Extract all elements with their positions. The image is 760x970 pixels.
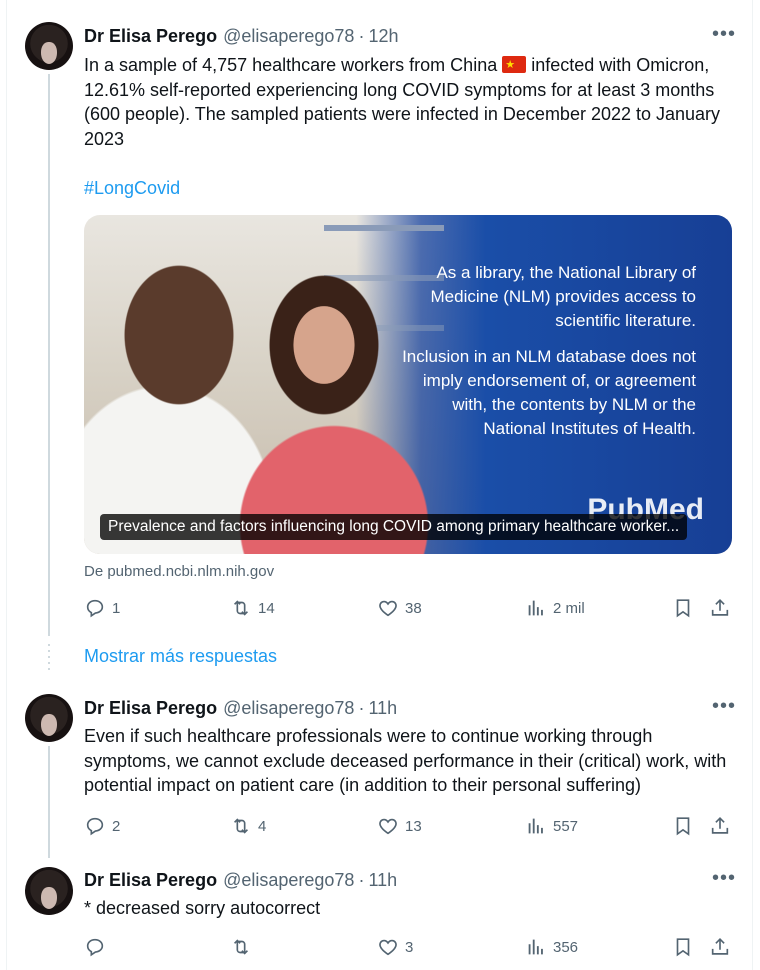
repost-icon bbox=[233, 939, 249, 955]
share-icon bbox=[711, 817, 729, 834]
like-count: 3 bbox=[405, 938, 414, 956]
like-count: 13 bbox=[405, 817, 422, 835]
overlay-paragraph: Inclusion in an NLM database does not im… bbox=[402, 347, 696, 438]
tweet-actions: 2 4 13 557 bbox=[84, 814, 740, 838]
author-name[interactable]: Dr Elisa Perego bbox=[84, 698, 217, 719]
thread-line-dotted bbox=[48, 644, 50, 670]
tweet-header: Dr Elisa Perego @elisaperego78 · 11h bbox=[84, 696, 397, 720]
reply-button[interactable]: 2 bbox=[84, 814, 120, 838]
share-button[interactable] bbox=[709, 814, 731, 838]
bookmark-button[interactable] bbox=[672, 814, 694, 838]
tweet-text: In a sample of 4,757 healthcare workers … bbox=[84, 53, 740, 151]
tweet-header: Dr Elisa Perego @elisaperego78 · 12h bbox=[84, 24, 398, 48]
avatar[interactable] bbox=[25, 867, 73, 915]
more-icon[interactable]: ••• bbox=[710, 23, 738, 45]
card-title[interactable]: Prevalence and factors influencing long … bbox=[100, 514, 688, 540]
like-button[interactable]: 13 bbox=[377, 814, 422, 838]
views-icon bbox=[528, 939, 543, 955]
views-count: 557 bbox=[553, 817, 579, 835]
bookshelf bbox=[324, 225, 444, 231]
link-card[interactable]: As a library, the National Library of Me… bbox=[84, 215, 732, 554]
share-icon bbox=[711, 599, 729, 616]
more-icon[interactable]: ••• bbox=[710, 867, 738, 889]
views-button[interactable]: 2 mil bbox=[525, 596, 585, 620]
hashtag-link[interactable]: #LongCovid bbox=[84, 178, 180, 199]
thread-line bbox=[48, 74, 50, 636]
author-name[interactable]: Dr Elisa Perego bbox=[84, 870, 217, 891]
repost-count: 4 bbox=[258, 817, 267, 835]
views-button[interactable]: 557 bbox=[525, 814, 578, 838]
views-icon bbox=[528, 818, 543, 834]
separator: · bbox=[358, 869, 365, 890]
bookmark-icon bbox=[676, 599, 690, 618]
share-button[interactable] bbox=[709, 935, 731, 959]
reply-icon bbox=[86, 938, 104, 957]
tweet-actions: 3 356 bbox=[84, 935, 740, 959]
timestamp[interactable]: 12h bbox=[368, 26, 398, 47]
separator: · bbox=[358, 697, 365, 718]
timestamp[interactable]: 11h bbox=[368, 698, 397, 719]
bookmark-button[interactable] bbox=[672, 935, 694, 959]
card-overlay-text: As a library, the National Library of Me… bbox=[396, 261, 696, 453]
repost-button[interactable]: 4 bbox=[230, 814, 266, 838]
avatar[interactable] bbox=[25, 22, 73, 70]
card-source[interactable]: De pubmed.ncbi.nlm.nih.gov bbox=[84, 563, 274, 580]
author-name[interactable]: Dr Elisa Perego bbox=[84, 26, 217, 47]
views-count: 356 bbox=[553, 938, 579, 956]
repost-icon bbox=[233, 818, 249, 834]
avatar[interactable] bbox=[25, 694, 73, 742]
tweet-text: Even if such healthcare professionals we… bbox=[84, 726, 727, 795]
repost-button[interactable]: 14 bbox=[230, 596, 275, 620]
author-handle[interactable]: @elisaperego78 bbox=[223, 870, 354, 891]
tweet-text: * decreased sorry autocorrect bbox=[84, 898, 321, 918]
share-icon bbox=[711, 938, 729, 955]
reply-button[interactable] bbox=[84, 935, 112, 959]
views-count: 2 mil bbox=[553, 599, 585, 617]
like-button[interactable]: 3 bbox=[377, 935, 413, 959]
overlay-paragraph: As a library, the National Library of Me… bbox=[430, 263, 696, 330]
china-flag-icon bbox=[502, 53, 527, 78]
separator: · bbox=[358, 25, 365, 46]
views-button[interactable]: 356 bbox=[525, 935, 578, 959]
heart-icon bbox=[379, 818, 397, 835]
column-border-left bbox=[6, 0, 7, 970]
author-handle[interactable]: @elisaperego78 bbox=[223, 26, 354, 47]
author-handle[interactable]: @elisaperego78 bbox=[223, 698, 354, 719]
repost-icon bbox=[233, 600, 249, 616]
tweet-header: Dr Elisa Perego @elisaperego78 · 11h bbox=[84, 868, 397, 892]
like-button[interactable]: 38 bbox=[377, 596, 422, 620]
heart-icon bbox=[379, 939, 397, 956]
views-icon bbox=[528, 600, 543, 616]
thread-line bbox=[48, 746, 50, 858]
bookmark-button[interactable] bbox=[672, 596, 694, 620]
heart-icon bbox=[379, 600, 397, 617]
column-border-right bbox=[752, 0, 753, 970]
repost-button[interactable] bbox=[230, 935, 258, 959]
show-more-replies-link[interactable]: Mostrar más respuestas bbox=[84, 646, 277, 667]
reply-count: 2 bbox=[112, 817, 121, 835]
reply-icon bbox=[86, 599, 104, 618]
reply-count: 1 bbox=[112, 599, 121, 617]
share-button[interactable] bbox=[709, 596, 731, 620]
reply-icon bbox=[86, 817, 104, 836]
tweet-actions: 1 14 38 2 mil bbox=[84, 596, 740, 620]
tweet-text-part: In a sample of 4,757 healthcare workers … bbox=[84, 55, 498, 75]
repost-count: 14 bbox=[258, 599, 275, 617]
timestamp[interactable]: 11h bbox=[368, 870, 397, 891]
bookmark-icon bbox=[676, 938, 690, 957]
more-icon[interactable]: ••• bbox=[710, 695, 738, 717]
bookmark-icon bbox=[676, 817, 690, 836]
reply-button[interactable]: 1 bbox=[84, 596, 120, 620]
like-count: 38 bbox=[405, 599, 422, 617]
